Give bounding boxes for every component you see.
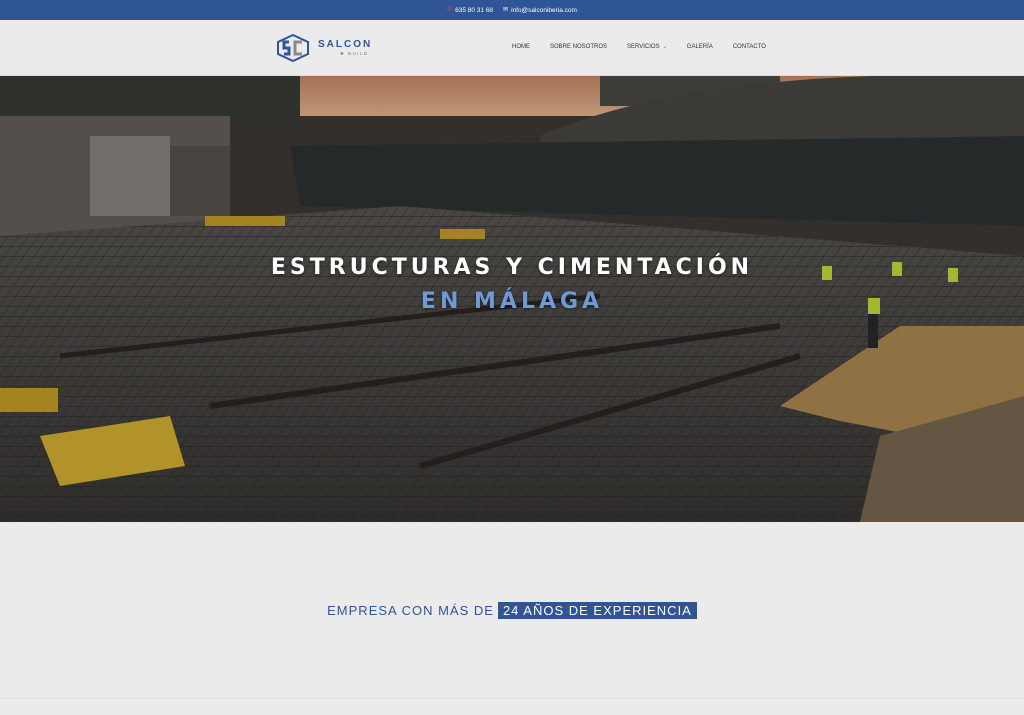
phone-number: 635 80 31 68 — [455, 6, 494, 14]
site-logo[interactable]: SALCON ✚ BUILD — [276, 34, 372, 62]
logo-subtitle: ✚ BUILD — [340, 50, 369, 56]
nav-gallery[interactable]: GALERÍA — [687, 44, 713, 50]
email-contact[interactable]: ✉ info@salconiberia.com — [503, 7, 577, 14]
nav-services-label: SERVICIOS — [627, 44, 660, 50]
phone-contact[interactable]: ✆ 635 80 31 68 — [447, 7, 493, 14]
salcon-logo-icon — [277, 34, 309, 62]
site-header: SALCON ✚ BUILD HOME SOBRE NOSOTROS SERVI… — [0, 20, 1024, 76]
top-contact-bar: ✆ 635 80 31 68 ✉ info@salconiberia.com — [0, 0, 1024, 20]
nav-home[interactable]: HOME — [512, 44, 530, 50]
section-divider — [0, 698, 1024, 699]
nav-about[interactable]: SOBRE NOSOTROS — [550, 44, 607, 50]
experience-heading: EMPRESA CON MÁS DE 24 AÑOS DE EXPERIENCI… — [0, 602, 1024, 619]
chevron-down-icon: ⌄ — [662, 44, 667, 50]
envelope-icon: ✉ — [503, 7, 509, 13]
logo-text: SALCON ✚ BUILD — [318, 38, 373, 57]
nav-contact[interactable]: CONTACTO — [733, 44, 766, 50]
hero-banner: ESTRUCTURAS Y CIMENTACIÓN EN MÁLAGA — [0, 76, 1024, 522]
nav-services[interactable]: SERVICIOS ⌄ — [627, 44, 667, 50]
logo-name: SALCON — [318, 38, 373, 50]
experience-prefix: EMPRESA CON MÁS DE — [327, 603, 494, 618]
hero-title-line1: ESTRUCTURAS Y CIMENTACIÓN — [270, 255, 754, 280]
phone-icon: ✆ — [447, 7, 453, 13]
hero-title-line2: EN MÁLAGA — [420, 289, 604, 314]
experience-highlight: 24 AÑOS DE EXPERIENCIA — [497, 602, 697, 619]
main-nav: HOME SOBRE NOSOTROS SERVICIOS ⌄ GALERÍA … — [512, 44, 766, 50]
email-address: info@salconiberia.com — [511, 6, 577, 14]
